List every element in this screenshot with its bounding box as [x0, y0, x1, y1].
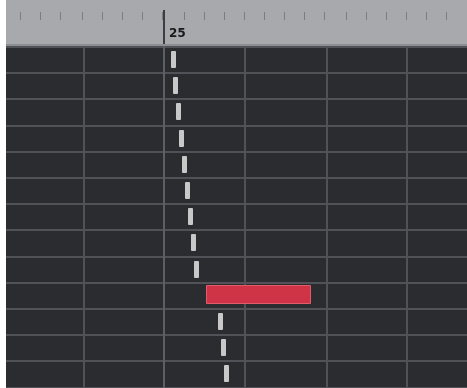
row-divider: [6, 125, 467, 127]
ruler-tick: [102, 12, 103, 20]
beat-divider: [406, 46, 408, 388]
beat-divider: [83, 46, 85, 388]
midi-note[interactable]: [185, 182, 190, 199]
ruler-tick: [40, 12, 41, 20]
bar-start-marker: [163, 10, 165, 44]
midi-note[interactable]: [171, 51, 176, 68]
ruler-tick: [122, 12, 123, 20]
ruler-tick: [324, 12, 325, 20]
beat-divider: [244, 46, 246, 388]
beat-divider: [326, 46, 328, 388]
row-divider: [6, 229, 467, 231]
ruler-tick: [346, 12, 347, 20]
ruler-tick: [264, 12, 265, 20]
ruler-tick: [386, 12, 387, 20]
row-divider: [6, 308, 467, 310]
midi-note[interactable]: [188, 208, 193, 225]
row-divider: [6, 203, 467, 205]
bar-number-label: 25: [169, 26, 186, 40]
ruler-tick: [406, 12, 407, 20]
ruler-tick: [184, 12, 185, 20]
midi-note[interactable]: [182, 156, 187, 173]
midi-note[interactable]: [218, 313, 223, 330]
beat-divider: [163, 46, 165, 388]
row-divider: [6, 177, 467, 179]
midi-note[interactable]: [194, 261, 199, 278]
midi-note[interactable]: [224, 365, 229, 382]
ruler-tick: [284, 12, 285, 20]
row-divider: [6, 98, 467, 100]
ruler-tick: [224, 12, 225, 20]
midi-note[interactable]: [191, 234, 196, 251]
ruler-tick: [244, 12, 245, 20]
row-divider: [6, 282, 467, 284]
row-divider: [6, 256, 467, 258]
row-divider: [6, 46, 467, 48]
note-grid[interactable]: [6, 46, 467, 388]
selected-midi-note[interactable]: [206, 285, 311, 304]
row-divider: [6, 334, 467, 336]
midi-note[interactable]: [221, 339, 226, 356]
midi-note[interactable]: [179, 130, 184, 147]
ruler-tick: [60, 12, 61, 20]
row-divider: [6, 360, 467, 362]
midi-note[interactable]: [176, 103, 181, 120]
row-divider: [6, 151, 467, 153]
ruler-tick: [446, 12, 447, 20]
row-divider: [6, 72, 467, 74]
ruler-tick: [142, 12, 143, 20]
ruler-tick: [426, 12, 427, 20]
piano-roll-editor[interactable]: 25: [6, 0, 467, 388]
timeline-ruler[interactable]: 25: [6, 0, 467, 46]
ruler-tick: [82, 12, 83, 20]
midi-note[interactable]: [173, 77, 178, 94]
ruler-tick: [20, 12, 21, 20]
ruler-tick: [304, 12, 305, 20]
ruler-tick: [366, 12, 367, 20]
ruler-tick: [204, 12, 205, 20]
